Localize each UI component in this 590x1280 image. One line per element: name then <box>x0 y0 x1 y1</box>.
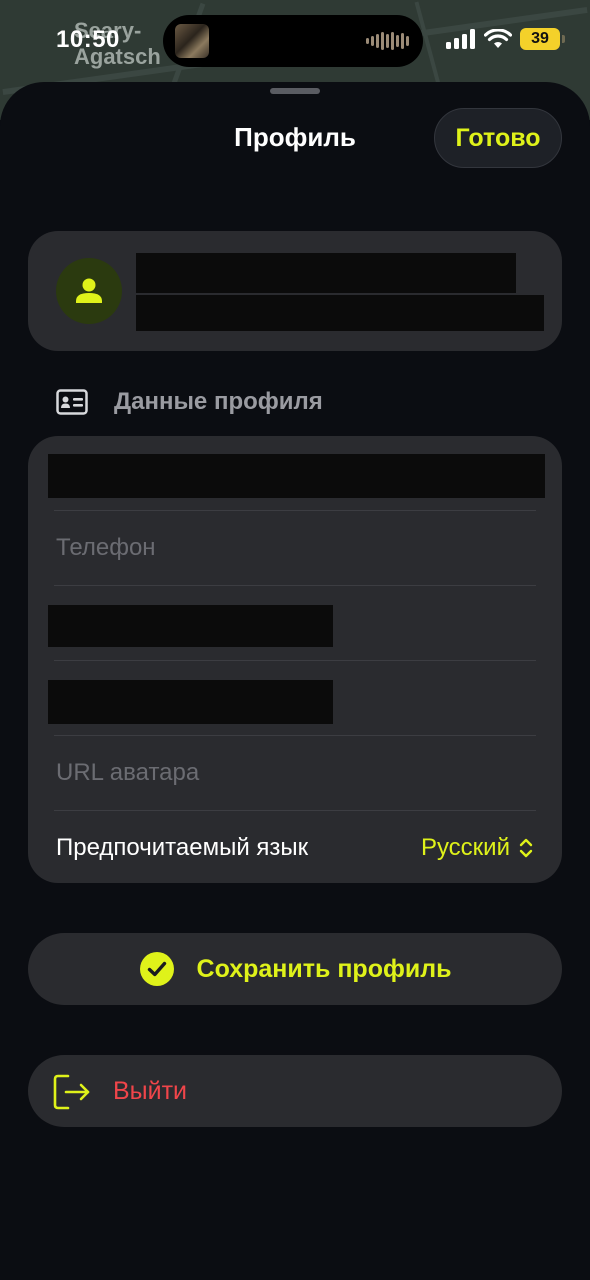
logout-label: Выйти <box>113 1077 188 1105</box>
avatar-url-field[interactable]: URL аватара <box>28 736 562 810</box>
profile-screen: Seary-Agatsch 10:50 39 Профиль Готово Да… <box>0 0 590 1280</box>
sheet-grabber[interactable] <box>270 88 320 94</box>
language-picker[interactable]: Русский <box>421 811 534 883</box>
now-playing-artwork <box>175 24 209 58</box>
text-field[interactable] <box>28 661 562 735</box>
profile-name-redacted <box>136 253 516 293</box>
logout-button[interactable]: Выйти <box>28 1055 562 1127</box>
audio-waveform-icon <box>366 31 409 51</box>
field-redacted <box>48 605 333 647</box>
battery-level: 39 <box>531 30 549 47</box>
field-redacted <box>48 680 333 724</box>
profile-sheet: Профиль Готово Данные профиля Телефон UR… <box>0 82 590 1280</box>
name-field[interactable] <box>28 436 562 510</box>
done-button[interactable]: Готово <box>434 108 562 168</box>
battery-indicator: 39 <box>520 28 565 50</box>
language-row[interactable]: Предпочитаемый язык Русский <box>28 811 562 883</box>
save-profile-button[interactable]: Сохранить профиль <box>28 933 562 1005</box>
avatar-url-placeholder: URL аватара <box>56 759 200 786</box>
person-icon <box>76 278 102 303</box>
profile-email-redacted <box>136 295 544 331</box>
phone-placeholder: Телефон <box>56 534 156 561</box>
cellular-signal-icon <box>446 29 475 49</box>
text-field[interactable] <box>28 586 562 660</box>
status-icons: 39 <box>446 28 565 50</box>
avatar[interactable] <box>56 258 122 324</box>
section-header: Данные профиля <box>56 388 323 416</box>
checkmark-circle-icon <box>139 952 174 986</box>
name-field-redacted <box>48 454 545 498</box>
dynamic-island[interactable] <box>163 15 423 67</box>
logout-icon <box>53 1074 90 1110</box>
profile-form-card: Телефон URL аватара Предпочитаемый язык … <box>28 436 562 883</box>
chevron-up-down-icon <box>519 838 533 858</box>
section-label: Данные профиля <box>114 388 323 415</box>
phone-field[interactable]: Телефон <box>28 511 562 585</box>
save-profile-label: Сохранить профиль <box>196 954 452 983</box>
language-label: Предпочитаемый язык <box>56 834 309 861</box>
profile-summary-card <box>28 231 562 351</box>
wifi-icon <box>484 29 512 48</box>
id-card-icon <box>56 389 88 415</box>
status-time: 10:50 <box>56 26 120 53</box>
language-value: Русский <box>420 834 510 861</box>
